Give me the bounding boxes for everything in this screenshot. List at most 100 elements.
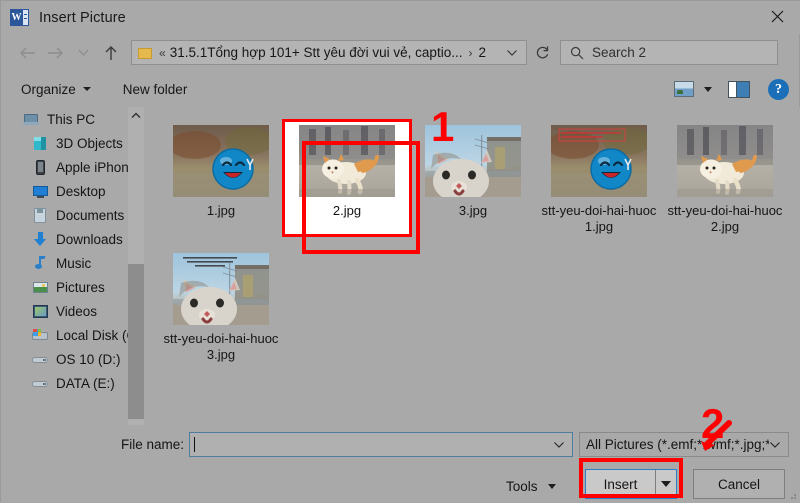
sidebar-item-desktop[interactable]: Desktop — [1, 179, 146, 203]
file-name-input[interactable] — [189, 432, 573, 457]
sidebar-item-label: Desktop — [56, 183, 106, 199]
insert-button[interactable]: Insert — [586, 470, 656, 498]
organize-button[interactable]: Organize — [15, 76, 97, 102]
file-item[interactable]: 3.jpg — [410, 121, 536, 235]
tools-label: Tools — [506, 478, 538, 494]
breadcrumb-item-2[interactable]: 2 — [478, 45, 486, 60]
pictures-icon — [32, 279, 49, 296]
file-name-label: 1.jpg — [206, 203, 236, 218]
caret-down-icon — [547, 483, 556, 489]
phone-icon — [32, 159, 49, 176]
sidebar-item-apple-iphone[interactable]: Apple iPhone — [1, 155, 146, 179]
view-options-caret-icon[interactable] — [704, 86, 712, 92]
cancel-button[interactable]: Cancel — [693, 469, 785, 499]
caret-down-icon — [661, 481, 671, 487]
scroll-up-button[interactable] — [128, 107, 144, 124]
videos-icon — [32, 303, 49, 320]
word-icon: W — [10, 8, 30, 28]
file-name-label: stt-yeu-doi-hai-huoc1.jpg — [541, 203, 657, 234]
sidebar-list: This PC 3D Objects Apple iPhone Desktop Docu… — [1, 107, 146, 395]
search-placeholder: Search 2 — [592, 45, 647, 60]
sidebar-item-downloads[interactable]: Downloads — [1, 227, 146, 251]
tools-button[interactable]: Tools — [506, 473, 556, 499]
sidebar-item-music[interactable]: Music — [1, 251, 146, 275]
preview-pane-icon[interactable] — [728, 80, 750, 98]
3d-objects-icon — [32, 135, 49, 152]
organize-label: Organize — [21, 81, 76, 97]
navigation-pane: This PC 3D Objects Apple iPhone Desktop Docu… — [1, 107, 146, 425]
file-type-filter-dropdown[interactable]: All Pictures (*.emf;*.wmf;*.jpg;*.j — [579, 432, 789, 457]
arrow-left-icon — [19, 47, 35, 58]
dialog-footer: File name: All Pictures (*.emf;*.wmf;*.j… — [1, 425, 800, 503]
sidebar-item-pictures[interactable]: Pictures — [1, 275, 146, 299]
breadcrumb-item-1[interactable]: 31.5.1Tổng hợp 101+ Stt yêu đời vui vẻ, … — [170, 45, 463, 60]
file-thumbnail — [299, 125, 395, 197]
file-name-label: File name: — [121, 437, 185, 452]
address-dropdown-button[interactable] — [506, 48, 518, 57]
folder-icon — [138, 47, 152, 59]
file-name-row: File name: All Pictures (*.emf;*.wmf;*.j… — [1, 431, 800, 458]
file-item[interactable]: stt-yeu-doi-hai-huoc3.jpg — [158, 249, 284, 363]
file-item[interactable]: stt-yeu-doi-hai-huoc2.jpg — [662, 121, 788, 235]
sidebar-item-local-disk-c[interactable]: Local Disk (C:) — [1, 323, 146, 347]
sidebar-scrollbar[interactable] — [128, 107, 144, 425]
file-type-filter-value: All Pictures (*.emf;*.wmf;*.jpg;*.j — [586, 437, 769, 452]
search-icon — [570, 46, 584, 60]
file-name-label: 2.jpg — [332, 203, 362, 218]
navigation-bar: « 31.5.1Tổng hợp 101+ Stt yêu đời vui vẻ… — [1, 34, 800, 71]
address-overflow-chevron[interactable]: « — [159, 46, 166, 60]
drive-icon — [32, 351, 49, 368]
file-item[interactable]: stt-yeu-doi-hai-huoc1.jpg — [536, 121, 662, 235]
sidebar-item-documents[interactable]: Documents — [1, 203, 146, 227]
command-toolbar: Organize New folder ? — [1, 71, 800, 107]
file-thumbnail — [677, 125, 773, 197]
scrollbar-thumb[interactable] — [128, 264, 144, 419]
sidebar-item-label: 3D Objects — [56, 135, 123, 151]
chevron-up-icon — [131, 112, 141, 118]
sidebar-item-label: Downloads — [56, 231, 123, 247]
caret-down-icon — [82, 87, 91, 91]
arrow-up-icon — [105, 45, 117, 60]
downloads-icon — [32, 231, 49, 248]
sidebar-item-this-pc[interactable]: This PC — [1, 107, 146, 131]
close-icon — [771, 10, 784, 23]
up-button[interactable] — [97, 39, 125, 67]
sidebar-item-data-e[interactable]: DATA (E:) — [1, 371, 146, 395]
scrollbar-track[interactable] — [128, 124, 144, 419]
sidebar-item-videos[interactable]: Videos — [1, 299, 146, 323]
chevron-down-icon — [507, 50, 517, 56]
forward-button[interactable] — [41, 39, 69, 67]
view-layout-icon[interactable] — [674, 81, 694, 97]
insert-split-button[interactable]: Insert — [585, 469, 677, 499]
search-box[interactable]: Search 2 — [560, 40, 778, 65]
sidebar-item-3d-objects[interactable]: 3D Objects — [1, 131, 146, 155]
sidebar-item-label: Apple iPhone — [56, 159, 137, 175]
sidebar-item-label: Pictures — [56, 279, 105, 295]
back-button[interactable] — [13, 39, 41, 67]
help-icon[interactable]: ? — [768, 78, 789, 100]
desktop-icon — [32, 183, 49, 200]
recent-locations-button[interactable] — [69, 39, 97, 67]
sidebar-item-label: DATA (E:) — [56, 375, 115, 391]
file-thumbnail — [173, 125, 269, 197]
sidebar-item-os-10-d[interactable]: OS 10 (D:) — [1, 347, 146, 371]
refresh-button[interactable] — [529, 40, 555, 65]
sidebar-item-label: Documents — [56, 207, 125, 223]
resize-grip-icon[interactable] — [786, 489, 798, 501]
file-thumbnail — [173, 253, 269, 325]
file-name-label: stt-yeu-doi-hai-huoc3.jpg — [163, 331, 279, 362]
insert-dropdown-button[interactable] — [656, 470, 676, 498]
file-name-dropdown-button[interactable] — [553, 440, 565, 449]
file-item[interactable]: 2.jpg — [282, 119, 412, 237]
file-type-filter-caret[interactable] — [769, 440, 781, 449]
file-item[interactable]: 1.jpg — [158, 121, 284, 235]
chevron-down-icon — [554, 442, 564, 448]
new-folder-button[interactable]: New folder — [117, 76, 194, 102]
file-thumbnail — [425, 125, 521, 197]
sidebar-item-label: Music — [56, 255, 92, 271]
footer-buttons: Tools Insert Cancel — [1, 467, 800, 503]
address-bar[interactable]: « 31.5.1Tổng hợp 101+ Stt yêu đời vui vẻ… — [131, 40, 527, 65]
close-button[interactable] — [754, 1, 800, 32]
dialog-body: This PC 3D Objects Apple iPhone Desktop Docu… — [1, 107, 800, 425]
file-list-view[interactable]: 1.jpg 2.jpg 3.jpg stt-yeu-doi-hai-huoc1.… — [146, 107, 800, 425]
